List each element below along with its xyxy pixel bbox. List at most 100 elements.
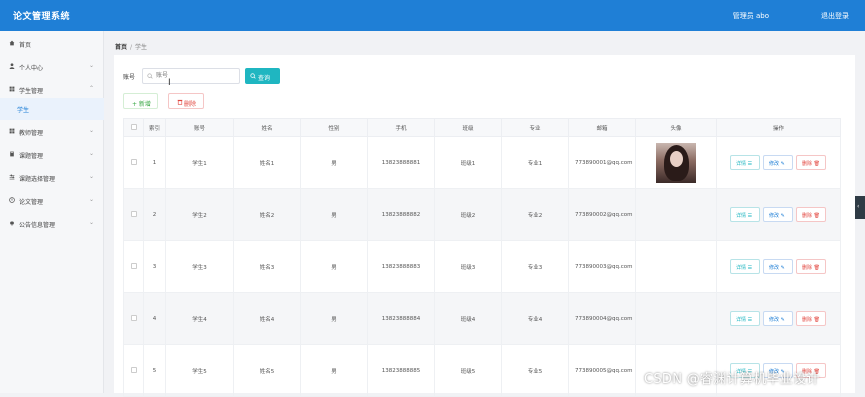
avatar-face bbox=[670, 150, 683, 167]
sidebar-item-label: 学生管理 bbox=[19, 88, 44, 95]
detail-button[interactable]: 详情 ☰ bbox=[730, 259, 760, 274]
delete-button[interactable]: 删除 🗑 bbox=[796, 259, 826, 274]
cell-email: 773890001@qq.com bbox=[568, 136, 636, 189]
delete-button-label: 删除 🗑 bbox=[802, 161, 820, 167]
bell-icon bbox=[10, 221, 14, 226]
search-label: 账号 bbox=[123, 74, 136, 81]
cell-phone: 13823888882 bbox=[367, 188, 435, 241]
table-row: 4 学生4 姓名4 男 13823888884 班级4 专业4 773890004@qq.co… bbox=[123, 292, 841, 345]
column-header: 班级 bbox=[434, 118, 502, 137]
cell-major: 专业2 bbox=[501, 188, 569, 241]
edit-button-label: 修改 ✎ bbox=[769, 213, 785, 219]
delete-button-label: 删除 🗑 bbox=[802, 317, 820, 323]
chevron-left-icon: ‹ bbox=[857, 203, 860, 210]
cell-major: 专业1 bbox=[501, 136, 569, 189]
table-header-row: 索引 账号 姓名 性别 手机 班级 专业 邮箱 头像 操作 bbox=[123, 118, 841, 137]
sidebar-item-label: 课题选择管理 bbox=[19, 176, 56, 183]
app-title: 论文管理系统 bbox=[13, 12, 71, 22]
delete-button[interactable]: 删除 🗑 bbox=[796, 207, 826, 222]
edit-button-label: 修改 ✎ bbox=[769, 161, 785, 167]
edit-button-label: 修改 ✎ bbox=[769, 317, 785, 323]
logout-link[interactable]: 退出登录 bbox=[821, 11, 849, 21]
batch-delete-label: 删除 bbox=[184, 101, 197, 108]
add-button[interactable]: + 新增 bbox=[123, 93, 158, 109]
table-row: 2 学生2 姓名2 男 13823888882 班级2 专业2 773890002@qq.co… bbox=[123, 188, 841, 241]
row-checkbox[interactable] bbox=[130, 262, 137, 269]
cell-phone: 13823888881 bbox=[367, 136, 435, 189]
delete-button-label: 删除 🗑 bbox=[802, 213, 820, 219]
row-checkbox[interactable] bbox=[130, 158, 137, 165]
search-button-label: 查询 bbox=[258, 75, 271, 82]
select-all-checkbox[interactable] bbox=[130, 123, 137, 130]
cell-class: 班级2 bbox=[434, 188, 502, 241]
chevron-down-icon: ⌄ bbox=[88, 62, 94, 69]
edit-button[interactable]: 修改 ✎ bbox=[763, 207, 793, 222]
content-panel: 账号 查询 + 新增 删除 索引 账号 姓名 性别 手机 bbox=[114, 55, 855, 397]
sidebar-item-paper-mgmt[interactable]: 论文管理 ⌄ bbox=[0, 190, 104, 212]
sidebar-item-topic-mgmt[interactable]: 课题管理 ⌄ bbox=[0, 144, 104, 166]
table-body: 1 学生1 姓名1 男 13823888881 班级1 专业1 773890001@qq.co… bbox=[123, 136, 841, 397]
row-checkbox[interactable] bbox=[130, 210, 137, 217]
row-actions: 详情 ☰ 修改 ✎ 删除 🗑 bbox=[717, 189, 840, 240]
row-select[interactable] bbox=[123, 240, 144, 293]
edit-button[interactable]: 修改 ✎ bbox=[763, 311, 793, 326]
delete-button[interactable]: 删除 🗑 bbox=[796, 311, 826, 326]
header-select-all[interactable] bbox=[123, 118, 144, 137]
cell-class: 班级3 bbox=[434, 240, 502, 293]
cell-actions: 详情 ☰ 修改 ✎ 删除 🗑 bbox=[716, 188, 841, 241]
column-header: 操作 bbox=[716, 118, 841, 137]
sidebar-item-topic-select-mgmt[interactable]: 课题选择管理 ⌄ bbox=[0, 167, 104, 189]
sidebar-item-personal[interactable]: 个人中心 ⌄ bbox=[0, 56, 104, 78]
cell-major: 专业4 bbox=[501, 292, 569, 345]
detail-button-label: 详情 ☰ bbox=[736, 213, 753, 219]
row-select[interactable] bbox=[123, 136, 144, 189]
user-info: 管理员 abo bbox=[732, 12, 769, 20]
detail-button-label: 详情 ☰ bbox=[736, 317, 753, 323]
row-select[interactable] bbox=[123, 292, 144, 345]
row-actions: 详情 ☰ 修改 ✎ 删除 🗑 bbox=[717, 137, 840, 188]
sidebar-item-home[interactable]: 首页 bbox=[0, 33, 104, 55]
detail-button[interactable]: 详情 ☰ bbox=[730, 155, 760, 170]
search-input[interactable] bbox=[142, 68, 240, 84]
row-select[interactable] bbox=[123, 344, 144, 397]
cell-name: 姓名2 bbox=[233, 188, 301, 241]
sidebar: 首页 个人中心 ⌄ 学生管理 ⌃ 学生 教师管理 ⌄ 课题管理 ⌄ 课题选择管理… bbox=[0, 31, 104, 393]
edit-button[interactable]: 修改 ✎ bbox=[763, 155, 793, 170]
cell-index: 4 bbox=[143, 292, 166, 345]
cell-name: 姓名1 bbox=[233, 136, 301, 189]
sidebar-item-student[interactable]: 学生 bbox=[0, 98, 104, 120]
detail-button-label: 详情 ☰ bbox=[736, 161, 753, 167]
cell-major: 专业5 bbox=[501, 344, 569, 397]
delete-button[interactable]: 删除 🗑 bbox=[796, 155, 826, 170]
column-header: 性别 bbox=[300, 118, 368, 137]
detail-button[interactable]: 详情 ☰ bbox=[730, 311, 760, 326]
sidebar-item-label: 学生 bbox=[17, 107, 30, 114]
cell-actions: 详情 ☰ 修改 ✎ 删除 🗑 bbox=[716, 292, 841, 345]
edit-button[interactable]: 修改 ✎ bbox=[763, 259, 793, 274]
detail-button[interactable]: 详情 ☰ bbox=[730, 207, 760, 222]
sliders-icon bbox=[9, 174, 15, 180]
user-icon bbox=[9, 63, 15, 69]
sidebar-item-teacher-mgmt[interactable]: 教师管理 ⌄ bbox=[0, 121, 104, 143]
cell-name: 姓名5 bbox=[233, 344, 301, 397]
sidebar-item-notice-mgmt[interactable]: 公告信息管理 ⌄ bbox=[0, 213, 104, 235]
student-table: 索引 账号 姓名 性别 手机 班级 专业 邮箱 头像 操作 1 学生1 姓名1 男 13… bbox=[123, 118, 841, 397]
side-collapse-tab[interactable]: ‹ bbox=[855, 196, 865, 219]
breadcrumb-home[interactable]: 首页 bbox=[115, 44, 127, 51]
grid-icon bbox=[9, 86, 15, 92]
row-select[interactable] bbox=[123, 188, 144, 241]
batch-delete-button[interactable]: 删除 bbox=[168, 93, 204, 109]
search-icon bbox=[250, 73, 256, 79]
cell-index: 3 bbox=[143, 240, 166, 293]
search-button[interactable]: 查询 bbox=[245, 68, 280, 84]
cell-actions: 详情 ☰ 修改 ✎ 删除 🗑 bbox=[716, 240, 841, 293]
table-row: 1 学生1 姓名1 男 13823888881 班级1 专业1 773890001@qq.co… bbox=[123, 136, 841, 189]
row-checkbox[interactable] bbox=[130, 366, 137, 373]
cell-index: 2 bbox=[143, 188, 166, 241]
sidebar-item-label: 公告信息管理 bbox=[19, 222, 56, 229]
row-checkbox[interactable] bbox=[130, 314, 137, 321]
cell-avatar bbox=[635, 136, 717, 189]
cell-email: 773890005@qq.com bbox=[568, 344, 636, 397]
cell-account: 学生2 bbox=[165, 188, 234, 241]
chevron-up-icon: ⌃ bbox=[88, 85, 94, 92]
